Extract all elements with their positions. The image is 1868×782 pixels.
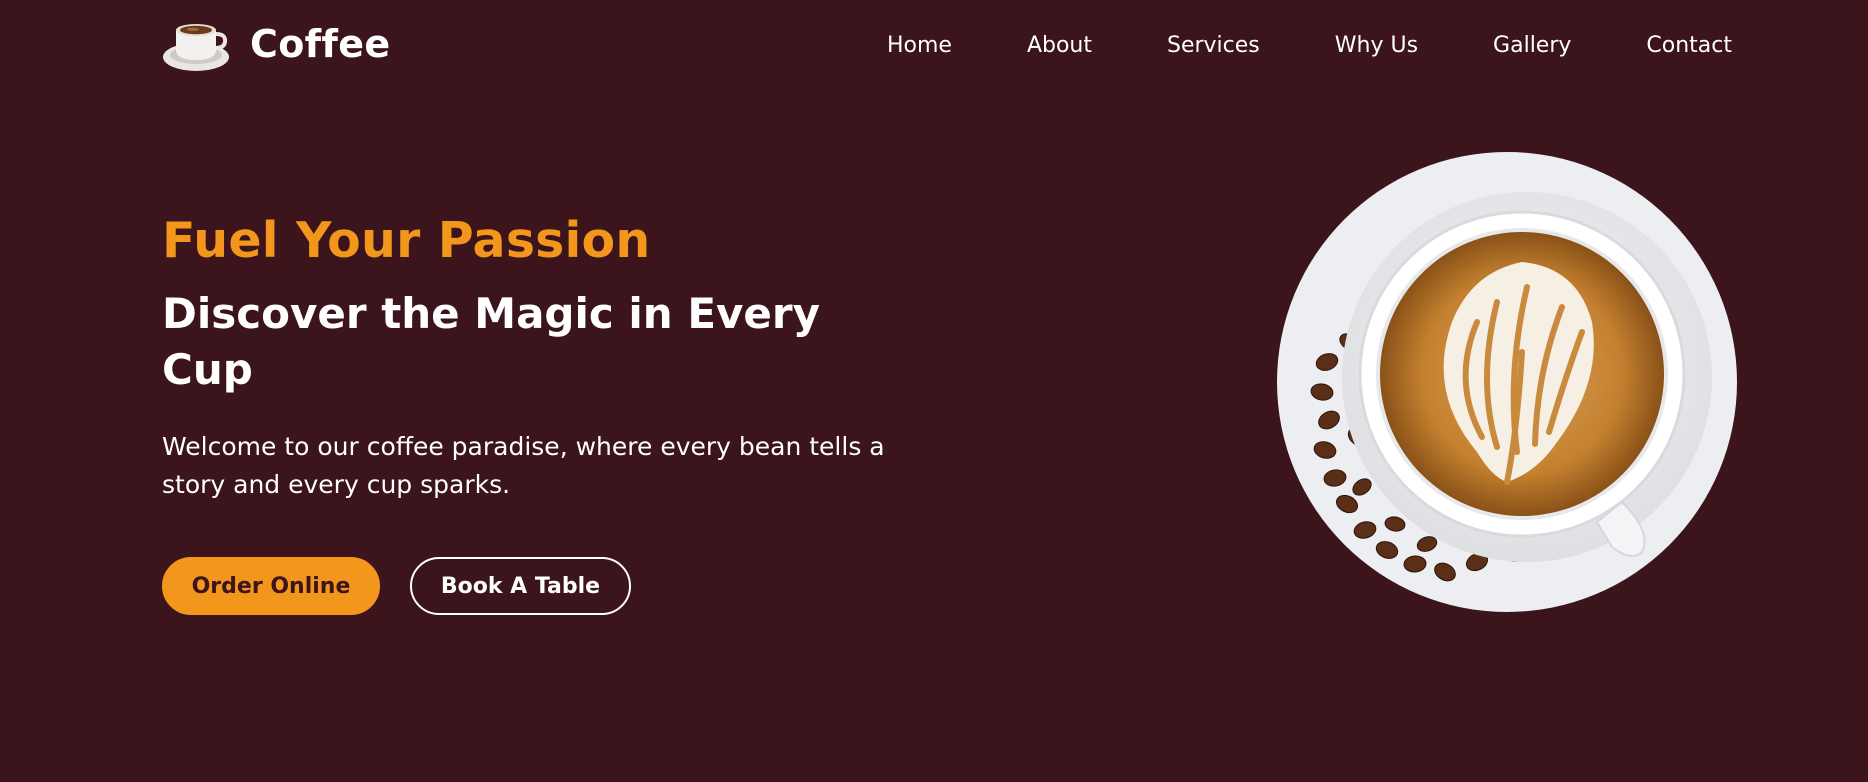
book-table-button[interactable]: Book A Table [410,557,631,615]
page: Coffee Home About Services Why Us Galler… [0,0,1868,782]
nav-services[interactable]: Services [1167,32,1260,60]
hero-description: Welcome to our coffee paradise, where ev… [162,432,885,499]
nav-why-us[interactable]: Why Us [1335,32,1418,60]
hero-title: Fuel Your Passion [162,212,651,269]
brand-logo-link[interactable]: Coffee [162,14,390,74]
hero-section: Fuel Your Passion Discover the Magic in … [162,210,922,615]
nav-about[interactable]: About [1027,32,1092,60]
nav-gallery[interactable]: Gallery [1493,32,1571,60]
hero-buttons: Order Online Book A Table [162,557,922,615]
hero-subtitle: Discover the Magic in Every Cup [162,289,820,394]
site-header: Coffee Home About Services Why Us Galler… [162,0,1732,92]
latte-art-coffee-cup-image [1277,152,1737,612]
coffee-cup-icon [163,24,229,71]
brand-name: Coffee [250,22,391,66]
nav-contact[interactable]: Contact [1646,32,1732,60]
main-nav: Home About Services Why Us Gallery Conta… [887,0,1732,92]
nav-home[interactable]: Home [887,32,952,60]
order-online-button[interactable]: Order Online [162,557,380,615]
